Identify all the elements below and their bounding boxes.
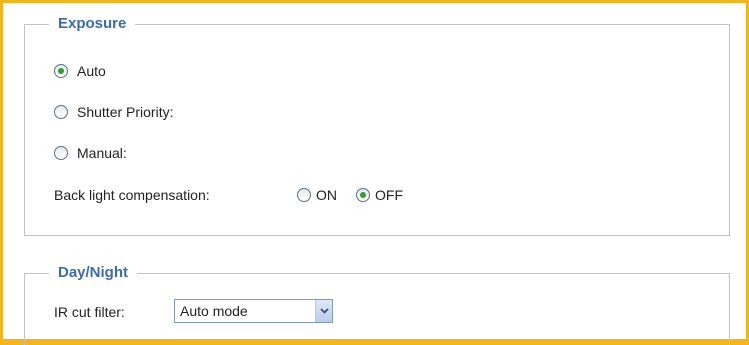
day-night-legend: Day/Night	[58, 264, 129, 281]
ir-cut-filter-label: IR cut filter:	[54, 304, 125, 320]
backlight-compensation-label-row: Back light compensation:	[54, 187, 210, 203]
exposure-section: Exposure	[24, 16, 730, 236]
backlight-off-radio[interactable]	[356, 188, 370, 202]
auto-label[interactable]: Auto	[77, 63, 106, 79]
shutter-priority-radio[interactable]	[54, 105, 68, 119]
exposure-option-shutter-priority[interactable]: Shutter Priority:	[54, 104, 173, 120]
ir-cut-filter-label-row: IR cut filter:	[54, 304, 125, 320]
ir-cut-filter-value[interactable]: Auto mode	[175, 303, 315, 319]
backlight-on-radio[interactable]	[297, 188, 311, 202]
manual-radio[interactable]	[54, 146, 68, 160]
manual-label[interactable]: Manual:	[77, 145, 127, 161]
backlight-off-option[interactable]: OFF	[356, 187, 403, 203]
highlight-frame-top	[0, 0, 749, 3]
exposure-option-auto[interactable]: Auto	[54, 63, 106, 79]
exposure-option-manual[interactable]: Manual:	[54, 145, 127, 161]
chevron-down-icon[interactable]	[315, 300, 332, 322]
ir-cut-filter-select[interactable]: Auto mode	[174, 299, 333, 323]
backlight-on-option[interactable]: ON	[297, 187, 337, 203]
backlight-compensation-label: Back light compensation:	[54, 187, 210, 203]
shutter-priority-label[interactable]: Shutter Priority:	[77, 104, 173, 120]
day-night-section: Day/Night	[24, 265, 730, 345]
auto-radio[interactable]	[54, 64, 68, 78]
exposure-legend: Exposure	[58, 15, 127, 32]
highlight-frame-left	[0, 0, 3, 345]
backlight-on-label[interactable]: ON	[316, 187, 337, 203]
backlight-off-label[interactable]: OFF	[375, 187, 403, 203]
